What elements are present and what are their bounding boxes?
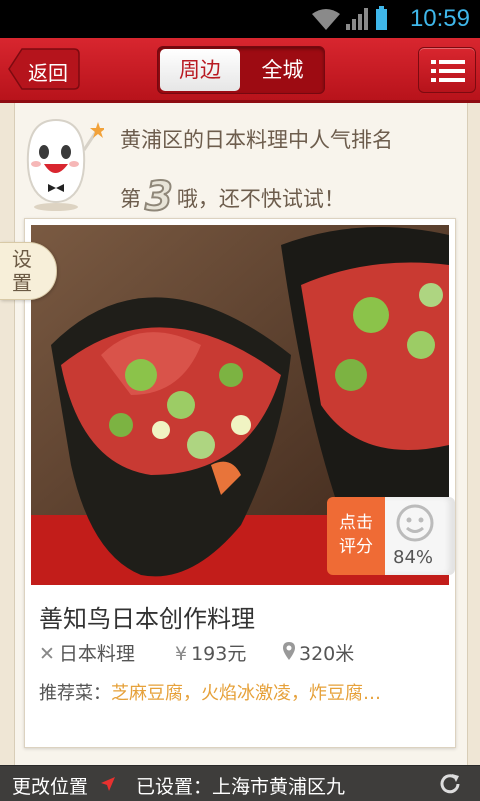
settings-tab-label: 设置 <box>12 247 32 295</box>
battery-icon <box>376 6 387 30</box>
change-location-button[interactable]: 更改位置 <box>12 772 88 799</box>
recommended-dishes: 推荐菜：芝麻豆腐，火焰冰激凌，炸豆腐… <box>39 679 439 705</box>
location-arrow-icon <box>101 777 115 791</box>
status-icons <box>310 6 390 36</box>
rank-number: 3 <box>144 173 174 221</box>
rate-button-label: 点击评分 <box>339 513 373 557</box>
status-time: 10:59 <box>409 5 470 32</box>
scope-toggle: 周边 全城 <box>157 46 325 94</box>
location-bar: 更改位置 已设置：上海市黄浦区九 <box>0 765 480 801</box>
back-button-label: 返回 <box>28 61 68 85</box>
rating-badge: 84% <box>385 497 455 575</box>
restaurant-name[interactable]: 善知鸟日本创作料理 <box>39 599 255 634</box>
recommend-label: 推荐菜： <box>39 683 111 704</box>
settings-tab[interactable]: 设置 <box>0 242 57 300</box>
restaurant-price: ¥193元 <box>175 639 246 666</box>
wifi-icon <box>312 9 340 30</box>
utensils-icon: ✕ <box>39 643 55 665</box>
yen-icon: ¥ <box>175 643 188 665</box>
restaurant-card[interactable]: 善知鸟日本创作料理 ✕ 日本料理 ¥193元 320米 推荐菜：芝麻豆腐，火焰冰激… <box>24 218 456 748</box>
recommend-dishes-list: 芝麻豆腐，火焰冰激凌，炸豆腐… <box>111 683 381 704</box>
category-label: 日本料理 <box>58 643 135 665</box>
restaurant-distance: 320米 <box>283 639 354 666</box>
app-header: 返回 周边 全城 <box>0 38 480 103</box>
current-location: 已设置：上海市黄浦区九 <box>136 776 346 798</box>
smiley-icon <box>396 504 434 542</box>
refresh-icon[interactable] <box>438 772 462 796</box>
price-label: 193元 <box>191 643 247 665</box>
rate-button[interactable]: 点击评分 <box>327 497 385 575</box>
location-pin-icon <box>283 642 295 665</box>
signal-icon <box>346 8 368 30</box>
promo-line-2: 第 3 哦，还不快试试！ <box>120 170 345 221</box>
list-icon <box>431 60 465 82</box>
restaurant-category: ✕ 日本料理 <box>39 639 135 666</box>
promo-suffix: 哦，还不快试试！ <box>176 187 345 211</box>
tab-citywide[interactable]: 全城 <box>241 47 324 93</box>
mascot-icon <box>22 112 106 212</box>
back-button[interactable]: 返回 <box>8 48 80 90</box>
promo-prefix: 第 <box>120 187 141 211</box>
status-bar: 10:59 <box>0 0 480 38</box>
menu-button[interactable] <box>418 47 476 93</box>
distance-label: 320米 <box>299 643 355 665</box>
promo-line-1: 黄浦区的日本料理中人气排名 <box>120 128 393 152</box>
tab-nearby[interactable]: 周边 <box>160 49 240 91</box>
rating-percent: 84% <box>393 547 434 568</box>
